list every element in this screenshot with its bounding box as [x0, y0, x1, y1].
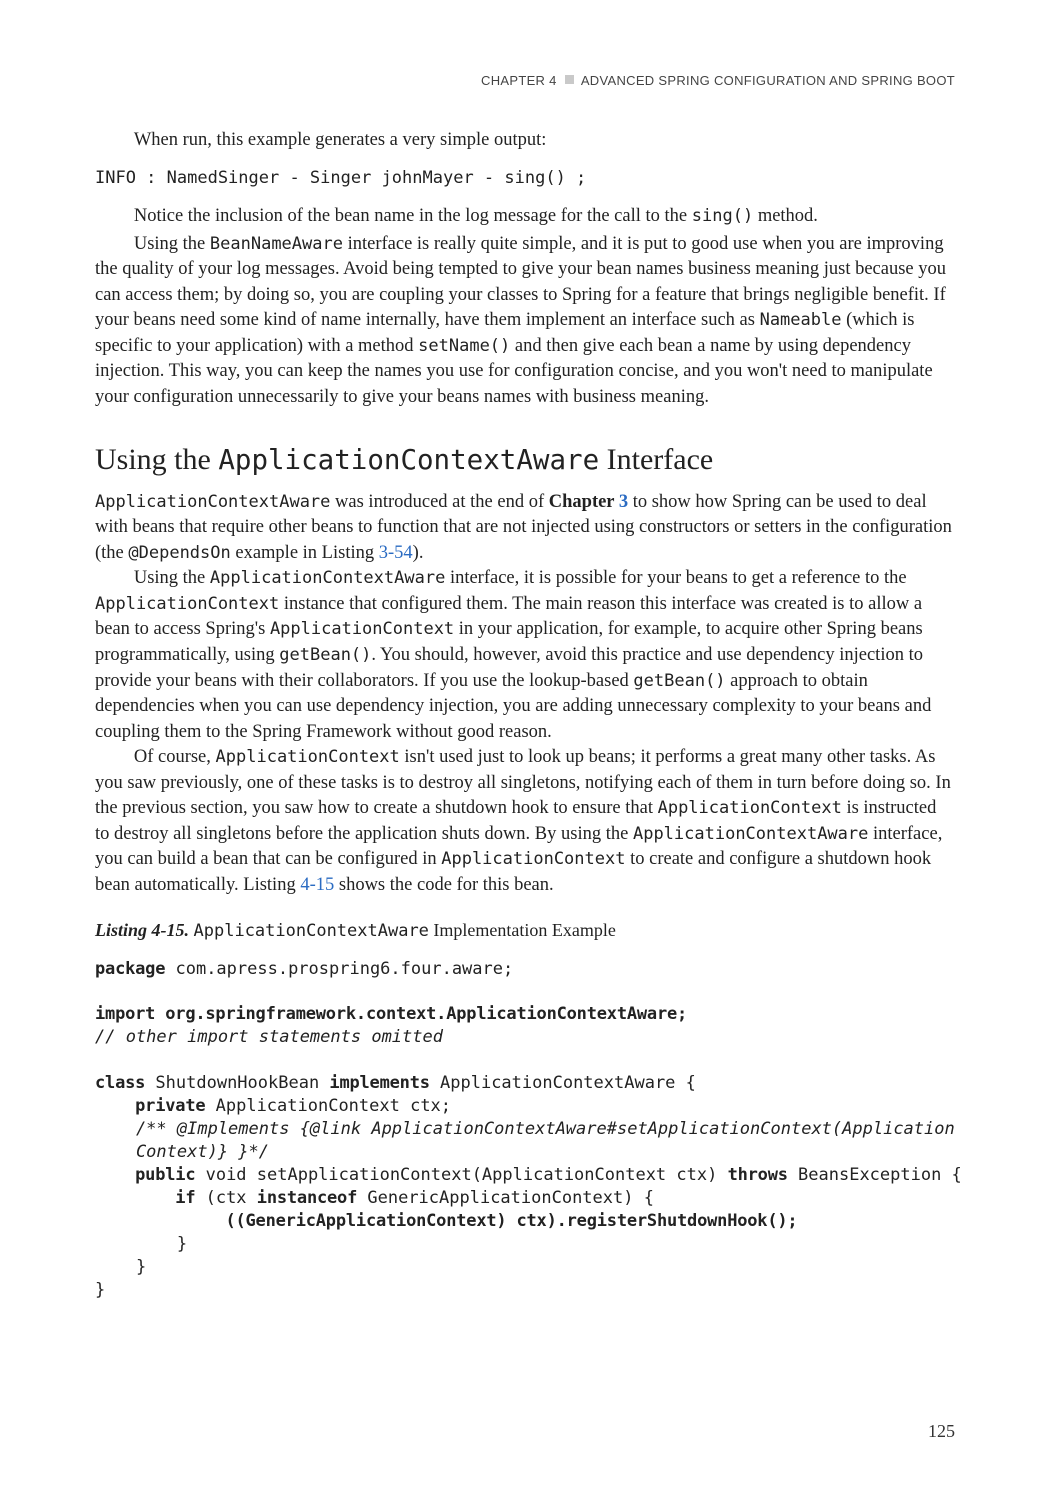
chapter-title: ADVANCED SPRING CONFIGURATION AND SPRING… [581, 73, 955, 88]
running-header: CHAPTER 4 ADVANCED SPRING CONFIGURATION … [95, 72, 955, 90]
page: CHAPTER 4 ADVANCED SPRING CONFIGURATION … [0, 0, 1050, 1500]
paragraph: When run, this example generates a very … [95, 128, 955, 154]
page-number: 125 [928, 1419, 955, 1444]
listing-link[interactable]: 3-54 [379, 543, 413, 563]
paragraph: Of course, ApplicationContext isn't used… [95, 745, 955, 898]
listing-link[interactable]: 4-15 [300, 875, 334, 895]
header-separator-icon [565, 75, 574, 84]
chapter-label: CHAPTER 4 [481, 73, 557, 88]
paragraph: Notice the inclusion of the bean name in… [95, 204, 955, 230]
section-heading: Using the ApplicationContextAware Interf… [95, 439, 955, 480]
chapter-link[interactable]: 3 [619, 492, 628, 512]
code-block-output: INFO : NamedSinger - Singer johnMayer - … [95, 167, 955, 190]
paragraph: Using the ApplicationContextAware interf… [95, 566, 955, 745]
paragraph: Using the BeanNameAware interface is rea… [95, 232, 955, 411]
paragraph: ApplicationContextAware was introduced a… [95, 490, 955, 567]
code-block-listing: package com.apress.prospring6.four.aware… [95, 958, 955, 1302]
listing-caption: Listing 4-15. ApplicationContextAware Im… [95, 918, 955, 943]
